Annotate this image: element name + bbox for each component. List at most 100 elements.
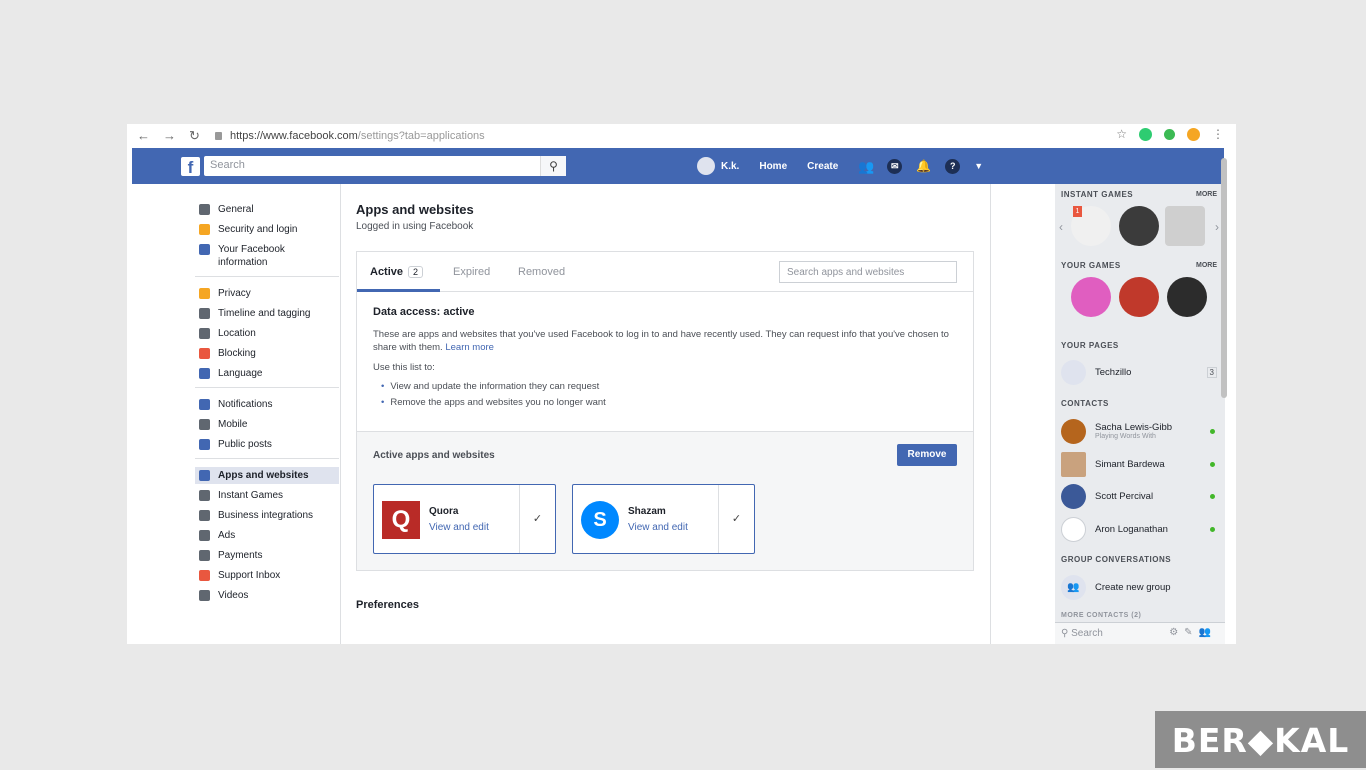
page-subtitle: Logged in using Facebook: [356, 221, 474, 232]
facebook-logo[interactable]: f: [181, 157, 200, 177]
online-indicator: [1210, 428, 1215, 434]
sidebar-item-ads[interactable]: Ads: [195, 527, 339, 544]
friends-icon[interactable]: 👥: [858, 159, 874, 174]
extension-icon[interactable]: [1164, 128, 1175, 140]
contacts-heading: CONTACTS: [1061, 399, 1109, 408]
mobile-icon: [199, 419, 210, 430]
remove-button[interactable]: Remove: [897, 444, 957, 466]
notifications-icon[interactable]: 🔔: [916, 159, 931, 174]
chat-search-input[interactable]: ⚲ Search ⚙✎👥: [1055, 622, 1225, 644]
contact-item[interactable]: Scott Percival: [1061, 483, 1221, 509]
address-bar[interactable]: https://www.facebook.com/settings?tab=ap…: [215, 126, 1095, 145]
chevron-left-icon[interactable]: ‹: [1059, 220, 1063, 234]
sidebar-item-label: Ads: [218, 530, 236, 541]
sidebar-item-security-and-login[interactable]: Security and login: [195, 221, 339, 238]
sidebar-item-apps-and-websites[interactable]: Apps and websites: [195, 467, 339, 484]
game-icon[interactable]: [1119, 277, 1159, 317]
sidebar-item-business-integrations[interactable]: Business integrations: [195, 507, 339, 524]
tab-active-label: Active: [370, 266, 404, 278]
sidebar-item-label: Public posts: [218, 439, 272, 450]
chevron-right-icon[interactable]: ›: [1215, 220, 1219, 234]
game-icon[interactable]: [1165, 206, 1205, 246]
game-icon[interactable]: [1071, 277, 1111, 317]
chevron-down-icon[interactable]: ▼: [974, 161, 983, 171]
location-icon: [199, 328, 210, 339]
tab-removed[interactable]: Removed: [518, 266, 565, 278]
sidebar-item-label: General: [218, 204, 254, 215]
tab-bar: Active 2 Expired Removed Search apps and …: [357, 252, 973, 292]
help-icon[interactable]: ?: [945, 158, 961, 174]
view-edit-link[interactable]: View and edit: [429, 522, 489, 533]
sidebar-item-label: Your Facebook information: [218, 244, 285, 268]
game-icon[interactable]: [1119, 206, 1159, 246]
sidebar-item-label: Apps and websites: [218, 470, 309, 481]
avatar: [1061, 516, 1086, 542]
create-group-item[interactable]: 👥 Create new group: [1061, 574, 1221, 600]
forward-icon[interactable]: →: [163, 128, 176, 143]
sidebar-item-support-inbox[interactable]: Support Inbox: [195, 567, 339, 584]
search-input[interactable]: Search ⚲: [204, 156, 566, 176]
contact-item[interactable]: Sacha Lewis-Gibb Playing Words With: [1061, 418, 1221, 444]
extension-icon[interactable]: [1139, 127, 1152, 141]
sidebar-item-blocking[interactable]: Blocking: [195, 345, 339, 362]
sidebar-item-timeline-and-tagging[interactable]: Timeline and tagging: [195, 305, 339, 322]
instant-games-more[interactable]: MORE: [1196, 191, 1217, 198]
sidebar-item-label: Security and login: [218, 224, 298, 235]
your-games-more[interactable]: MORE: [1196, 262, 1217, 269]
chat-options-icon[interactable]: ⚙✎👥: [1169, 627, 1217, 638]
sidebar-item-videos[interactable]: Videos: [195, 587, 339, 604]
checkbox[interactable]: ✓: [519, 485, 555, 553]
tab-active[interactable]: Active 2: [370, 266, 424, 278]
search-icon: ⚲: [1061, 628, 1072, 639]
extension-icon[interactable]: [1187, 127, 1200, 141]
business-icon: [199, 510, 210, 521]
use-list-heading: Use this list to:: [373, 362, 435, 373]
sidebar-item-language[interactable]: Language: [195, 365, 339, 382]
sidebar-item-instant-games[interactable]: Instant Games: [195, 487, 339, 504]
tab-expired[interactable]: Expired: [453, 266, 490, 278]
learn-more-link[interactable]: Learn more: [445, 342, 494, 353]
reload-icon[interactable]: ↻: [189, 128, 200, 144]
checkbox[interactable]: ✓: [718, 485, 754, 553]
sidebar-item-public-posts[interactable]: Public posts: [195, 436, 339, 453]
more-contacts-heading: MORE CONTACTS (2): [1061, 612, 1142, 619]
facebook-header: f Search ⚲ K.k. Home Create 👥 ✉ 🔔 ? ▼: [132, 148, 1224, 184]
sidebar-item-label: Mobile: [218, 419, 248, 430]
avatar: [1061, 418, 1086, 444]
contact-item[interactable]: Simant Bardewa: [1061, 451, 1221, 477]
messenger-icon[interactable]: ✉: [887, 158, 903, 174]
apps-search-input[interactable]: Search apps and websites: [779, 261, 957, 283]
watermark: BER◆KAL: [1155, 711, 1366, 768]
sidebar-item-general[interactable]: General: [195, 201, 339, 218]
browser-toolbar: ← → ↻ https://www.facebook.com/settings?…: [127, 124, 1236, 148]
page-item[interactable]: Techzillo 3: [1061, 359, 1221, 385]
game-icon[interactable]: [1167, 277, 1207, 317]
url-domain: https://www.facebook.com: [230, 129, 358, 142]
instant-games-heading: INSTANT GAMES: [1061, 190, 1134, 199]
sidebar-item-label: Blocking: [218, 348, 256, 359]
sidebar-item-payments[interactable]: Payments: [195, 547, 339, 564]
app-card-shazam[interactable]: S Shazam View and edit ✓: [572, 484, 755, 554]
sidebar-item-location[interactable]: Location: [195, 325, 339, 342]
sidebar-item-notifications[interactable]: Notifications: [195, 396, 339, 413]
star-icon[interactable]: ☆: [1116, 127, 1127, 141]
create-link[interactable]: Create: [807, 161, 838, 172]
shazam-icon: S: [581, 501, 619, 539]
contact-item[interactable]: Aron Loganathan: [1061, 516, 1221, 542]
home-link[interactable]: Home: [759, 161, 787, 172]
back-icon[interactable]: ←: [137, 128, 150, 143]
sidebar-item-mobile[interactable]: Mobile: [195, 416, 339, 433]
sidebar-item-your-facebook-information[interactable]: Your Facebook information: [195, 241, 339, 271]
rss-icon: [199, 439, 210, 450]
sidebar-item-privacy[interactable]: Privacy: [195, 285, 339, 302]
search-icon[interactable]: ⚲: [540, 156, 566, 176]
sidebar-item-label: Payments: [218, 550, 263, 561]
menu-dots-icon[interactable]: ⋮: [1212, 127, 1224, 141]
scrollbar[interactable]: [1221, 158, 1227, 398]
avatar[interactable]: [697, 157, 715, 175]
list-item: View and update the information they can…: [381, 381, 957, 392]
app-card-quora[interactable]: Q Quora View and edit ✓: [373, 484, 556, 554]
profile-link[interactable]: K.k.: [721, 161, 739, 172]
view-edit-link[interactable]: View and edit: [628, 522, 688, 533]
divider: [990, 184, 991, 644]
